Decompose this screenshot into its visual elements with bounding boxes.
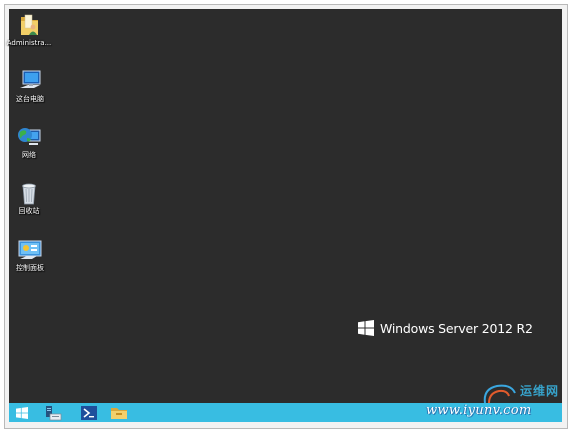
- desktop-icon-control-panel[interactable]: 控制面板: [4, 237, 56, 273]
- start-button[interactable]: [10, 403, 34, 422]
- folder-user-icon: [21, 14, 38, 35]
- server-manager-button[interactable]: [41, 403, 65, 422]
- recycle-bin-icon: [22, 183, 36, 205]
- desktop-icon-label: 控制面板: [16, 264, 44, 272]
- desktop-icon-label: 这台电脑: [16, 95, 44, 103]
- network-icon: [18, 128, 41, 145]
- windows-logo-icon: [358, 320, 374, 336]
- os-branding: Windows Server 2012 R2: [358, 319, 533, 337]
- powershell-icon: [81, 405, 97, 420]
- desktop-icon-label: 回收站: [18, 207, 40, 215]
- desktop: Administra... 这台电脑 网络 回收站 控制面板 Windows S…: [7, 9, 562, 404]
- watermark-site-name: 运维网: [520, 384, 560, 398]
- file-explorer-icon: [111, 408, 127, 419]
- desktop-icon-label: 网络: [22, 151, 36, 159]
- start-windows-icon: [16, 406, 28, 419]
- watermark-logo-icon: [483, 384, 516, 404]
- os-branding-text: Windows Server 2012 R2: [380, 320, 533, 336]
- desktop-icon-recycle-bin[interactable]: 回收站: [3, 180, 55, 216]
- desktop-icon-this-pc[interactable]: 这台电脑: [4, 68, 56, 104]
- desktop-icon-label: Administra...: [6, 39, 52, 47]
- powershell-button[interactable]: [77, 403, 101, 422]
- file-explorer-button[interactable]: [107, 403, 131, 422]
- computer-icon: [20, 70, 41, 88]
- desktop-icon-administrator[interactable]: Administra...: [3, 12, 55, 48]
- desktop-icon-network[interactable]: 网络: [3, 124, 55, 160]
- server-manager-icon: [46, 405, 62, 420]
- watermark-url: www.iyunv.com: [426, 403, 532, 418]
- control-panel-icon: [18, 240, 42, 259]
